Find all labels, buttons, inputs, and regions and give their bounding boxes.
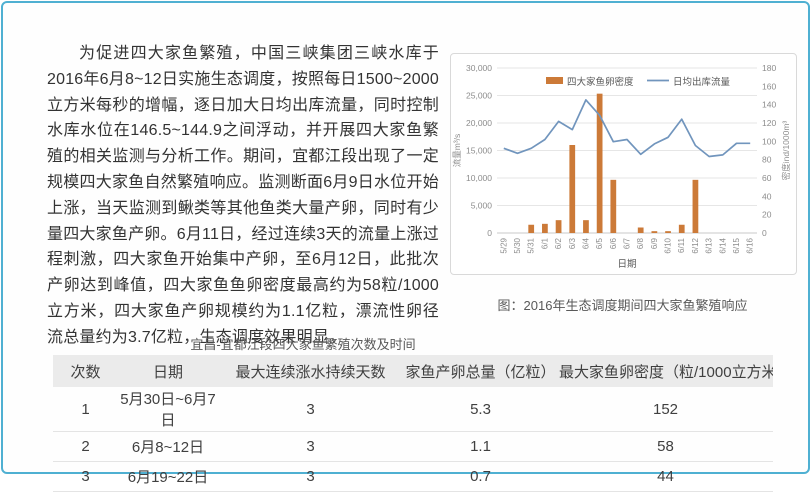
svg-text:120: 120 (762, 118, 776, 128)
svg-text:6/6: 6/6 (609, 237, 618, 249)
column-header: 家鱼产卵总量（亿粒） (403, 355, 558, 387)
table-row: 26月8~12日31.158 (53, 432, 773, 462)
svg-text:6/14: 6/14 (718, 237, 727, 253)
table-cell: 58 (558, 432, 773, 462)
svg-text:6/11: 6/11 (677, 237, 686, 253)
svg-text:6/15: 6/15 (732, 237, 741, 253)
svg-text:5,000: 5,000 (471, 201, 493, 211)
left-axis-tick-labels: 0 5,000 10,000 15,000 20,000 25,000 30,000 (466, 63, 492, 238)
svg-text:6/7: 6/7 (623, 237, 632, 249)
breeding-table: 次数日期最大连续涨水持续天数家鱼产卵总量（亿粒）最大家鱼卵密度（粒/1000立方… (53, 355, 773, 492)
breeding-response-chart: 0 5,000 10,000 15,000 20,000 25,000 30,000 0 20 4… (450, 53, 797, 275)
chart-gridlines (497, 68, 757, 233)
svg-text:60: 60 (762, 173, 772, 183)
column-header: 最大连续涨水持续天数 (218, 355, 403, 387)
table-cell: 3 (218, 387, 403, 432)
svg-text:100: 100 (762, 136, 776, 146)
table-header-row: 次数日期最大连续涨水持续天数家鱼产卵总量（亿粒）最大家鱼卵密度（粒/1000立方… (53, 355, 773, 387)
svg-text:6/10: 6/10 (664, 237, 673, 253)
legend-bar-label: 四大家鱼卵密度 (567, 76, 634, 88)
figure-caption: 图：2016年生态调度期间四大家鱼繁殖响应 (450, 295, 795, 314)
svg-text:6/8: 6/8 (636, 237, 645, 249)
table-cell: 0.7 (403, 462, 558, 492)
table-cell: 2 (53, 432, 118, 462)
right-axis-tick-labels: 0 20 40 60 80 100 120 140 160 180 (762, 63, 776, 238)
chart-legend: 四大家鱼卵密度 日均出库流量 (546, 76, 731, 88)
svg-text:140: 140 (762, 100, 776, 110)
svg-text:6/2: 6/2 (554, 237, 563, 249)
table-cell: 3 (53, 462, 118, 492)
column-header: 最大家鱼卵密度（粒/1000立方米） (558, 355, 773, 387)
x-axis-tick-labels: 5/29 5/30 5/31 6/1 6/2 6/3 6/4 6/5 6/6 6/7 6/8 6/9 6… (499, 237, 754, 253)
table-cell: 1.1 (403, 432, 558, 462)
svg-text:180: 180 (762, 63, 776, 73)
table-cell: 6月19~22日 (118, 462, 218, 492)
x-axis-title: 日期 (617, 259, 636, 270)
table-row: 15月30日~6月7日35.3152 (53, 387, 773, 432)
svg-text:20,000: 20,000 (466, 118, 492, 128)
svg-text:5/31: 5/31 (527, 237, 536, 253)
column-header: 次数 (53, 355, 118, 387)
table-cell: 3 (218, 462, 403, 492)
table-body: 15月30日~6月7日35.315226月8~12日31.15836月19~22… (53, 387, 773, 492)
bar-series-egg-density (528, 94, 698, 233)
svg-text:0: 0 (762, 228, 767, 238)
table-cell: 1 (53, 387, 118, 432)
left-axis-title: 流量m³/s (452, 134, 462, 168)
svg-text:15,000: 15,000 (466, 146, 492, 156)
svg-text:25,000: 25,000 (466, 91, 492, 101)
article-paragraph: 为促进四大家鱼繁殖，中国三峡集团三峡水库于2016年6月8~12日实施生态调度，… (47, 41, 439, 351)
svg-text:30,000: 30,000 (466, 63, 492, 73)
svg-text:6/9: 6/9 (650, 237, 659, 249)
svg-text:80: 80 (762, 155, 772, 165)
svg-text:0: 0 (487, 228, 492, 238)
svg-text:6/4: 6/4 (581, 237, 590, 249)
table-cell: 5月30日~6月7日 (118, 387, 218, 432)
svg-text:5/29: 5/29 (499, 237, 508, 253)
svg-text:6/16: 6/16 (746, 237, 755, 253)
svg-text:6/1: 6/1 (540, 237, 549, 249)
svg-text:6/12: 6/12 (691, 237, 700, 253)
table-cell: 6月8~12日 (118, 432, 218, 462)
column-header: 日期 (118, 355, 218, 387)
legend-line-label: 日均出库流量 (673, 76, 731, 88)
svg-text:5/30: 5/30 (513, 237, 522, 253)
report-page: 为促进四大家鱼繁殖，中国三峡集团三峡水库于2016年6月8~12日实施生态调度，… (1, 1, 810, 474)
chart-canvas: 0 5,000 10,000 15,000 20,000 25,000 30,000 0 20 4… (451, 54, 796, 274)
svg-text:40: 40 (762, 191, 772, 201)
table-cell: 5.3 (403, 387, 558, 432)
table-cell: 152 (558, 387, 773, 432)
svg-text:20: 20 (762, 210, 772, 220)
svg-text:6/13: 6/13 (705, 237, 714, 253)
line-series-outflow (504, 100, 750, 157)
table-cell: 3 (218, 432, 403, 462)
table-title: 宜昌-宜都江段四大家鱼繁殖次数及时间 (53, 334, 553, 353)
svg-text:160: 160 (762, 81, 776, 91)
legend-bar-swatch (546, 77, 563, 84)
table-header: 次数日期最大连续涨水持续天数家鱼产卵总量（亿粒）最大家鱼卵密度（粒/1000立方… (53, 355, 773, 387)
table-row: 36月19~22日30.744 (53, 462, 773, 492)
right-axis-title: 密度ind/1000m³ (781, 121, 791, 181)
svg-text:6/5: 6/5 (595, 237, 604, 249)
table-cell: 44 (558, 462, 773, 492)
svg-text:10,000: 10,000 (466, 173, 492, 183)
svg-text:6/3: 6/3 (568, 237, 577, 249)
